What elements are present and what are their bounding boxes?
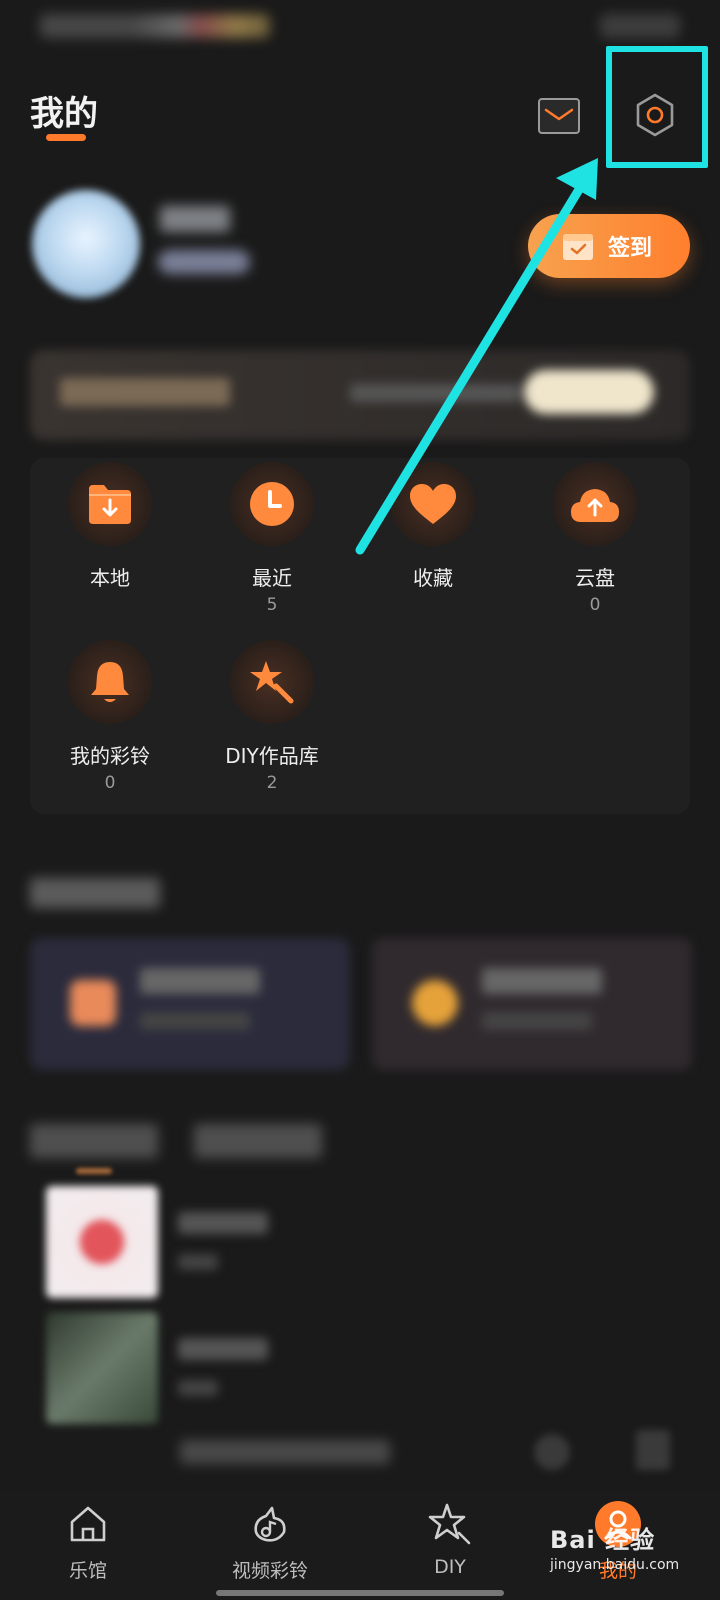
watermark-sub: jingyan.baidu.com bbox=[550, 1557, 680, 1573]
grid-item-favorites[interactable]: 收藏 bbox=[358, 462, 508, 615]
mini-player-blurred[interactable] bbox=[30, 1418, 690, 1488]
username-blurred bbox=[160, 206, 230, 232]
list-item[interactable] bbox=[46, 1186, 676, 1298]
grid-item-my-ringtones[interactable]: 我的彩铃 0 bbox=[35, 640, 185, 793]
watermark-main: Bai 经验 bbox=[550, 1526, 656, 1554]
mail-icon bbox=[544, 108, 574, 121]
list-item[interactable] bbox=[46, 1312, 676, 1424]
vip-subtitle-blurred bbox=[350, 384, 520, 402]
nav-item-home[interactable]: 乐馆 bbox=[8, 1500, 168, 1583]
magic-star-icon bbox=[250, 661, 294, 704]
grid-label: 本地 bbox=[90, 566, 130, 590]
vip-title-blurred bbox=[60, 378, 230, 406]
nav-label: 视频彩铃 bbox=[231, 1560, 308, 1582]
title-underline bbox=[46, 134, 86, 141]
checkin-label: 签到 bbox=[608, 236, 653, 261]
promo-card-blurred[interactable] bbox=[372, 938, 692, 1070]
grid-count: 5 bbox=[266, 595, 278, 615]
status-bar-left-blurred bbox=[40, 14, 270, 38]
grid-item-recent[interactable]: 最近 5 bbox=[197, 462, 347, 615]
cloud-upload-icon bbox=[571, 489, 619, 522]
grid-count bbox=[35, 595, 185, 615]
grid-count: 0 bbox=[589, 595, 601, 615]
status-bar bbox=[0, 0, 720, 52]
shortcut-grid: 本地 最近 5 收藏 云盘 0 我的彩铃 0 DIY作品库 2 bbox=[30, 458, 690, 814]
nav-label: 乐馆 bbox=[68, 1560, 107, 1582]
grid-count: 2 bbox=[266, 773, 278, 793]
tab-blurred[interactable] bbox=[194, 1124, 322, 1158]
grid-count: 0 bbox=[104, 773, 116, 793]
status-bar-right-blurred bbox=[600, 14, 680, 38]
page-title: 我的 bbox=[30, 94, 98, 134]
music-bird-icon bbox=[254, 1506, 286, 1542]
nav-item-video-ringtone[interactable]: 视频彩铃 bbox=[190, 1500, 350, 1583]
nav-item-diy[interactable]: DIY bbox=[370, 1500, 530, 1578]
grid-item-diy-works[interactable]: DIY作品库 2 bbox=[197, 640, 347, 793]
clock-icon bbox=[250, 482, 294, 526]
grid-label: 收藏 bbox=[413, 566, 453, 590]
settings-highlight-box bbox=[606, 46, 708, 168]
user-badge-blurred bbox=[158, 250, 250, 274]
tab-blurred[interactable] bbox=[30, 1124, 158, 1158]
calendar-check-icon bbox=[563, 234, 593, 260]
mail-button[interactable] bbox=[538, 98, 580, 134]
download-folder-icon bbox=[89, 485, 131, 524]
baidu-jingyan-watermark: Bai 经验 jingyan.baidu.com bbox=[550, 1520, 680, 1590]
grid-label: 云盘 bbox=[575, 566, 615, 590]
grid-item-local[interactable]: 本地 bbox=[35, 462, 185, 615]
home-indicator bbox=[216, 1590, 504, 1596]
avatar[interactable] bbox=[32, 190, 140, 298]
promo-card-blurred[interactable] bbox=[30, 938, 350, 1070]
home-icon bbox=[70, 1506, 106, 1542]
section-title-blurred bbox=[30, 878, 160, 908]
vip-banner-blurred[interactable] bbox=[30, 350, 690, 440]
grid-label: 最近 bbox=[252, 566, 292, 590]
nav-label: DIY bbox=[434, 1556, 466, 1578]
grid-item-cloud[interactable]: 云盘 0 bbox=[520, 462, 670, 615]
star-icon bbox=[428, 1503, 471, 1545]
checkin-button[interactable]: 签到 bbox=[528, 214, 690, 278]
tab-underline bbox=[76, 1168, 112, 1174]
grid-label: 我的彩铃 bbox=[70, 744, 150, 768]
grid-count bbox=[358, 595, 508, 615]
bell-icon bbox=[91, 662, 129, 702]
vip-action-blurred bbox=[524, 370, 654, 414]
heart-icon bbox=[410, 484, 456, 524]
grid-label: DIY作品库 bbox=[225, 744, 319, 768]
